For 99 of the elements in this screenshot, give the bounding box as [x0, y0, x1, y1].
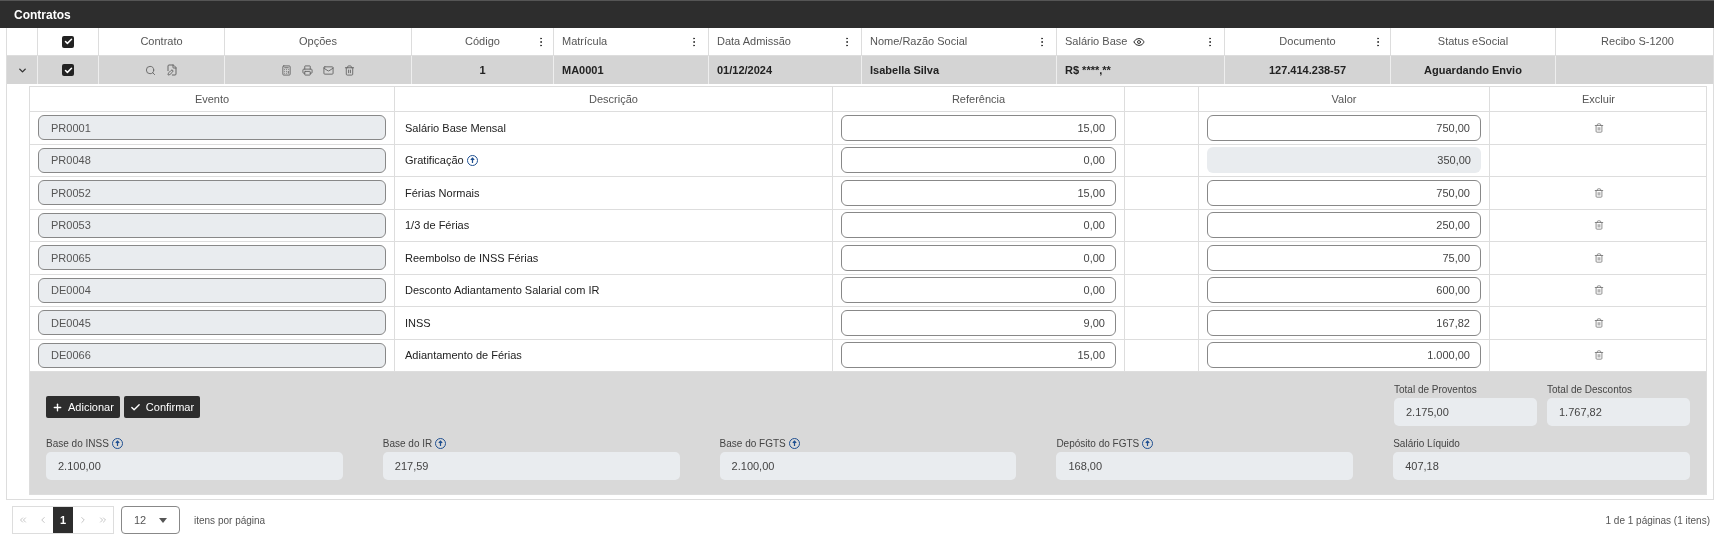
trash-icon[interactable]: [1593, 350, 1604, 361]
column-header[interactable]: Documento: [1279, 33, 1336, 50]
field-label: Depósito do FGTS: [1056, 437, 1140, 451]
table-cell-text: 127.414.238-57: [1268, 62, 1347, 78]
column-header[interactable]: Código: [465, 33, 500, 50]
page-size-select[interactable]: 12: [121, 506, 180, 534]
reference-field[interactable]: 15,00: [841, 342, 1116, 369]
column-header[interactable]: Recibo S-1200: [1601, 33, 1674, 50]
trash-icon[interactable]: [1593, 122, 1604, 133]
table-cell-text: 1: [479, 62, 486, 78]
calculator-icon[interactable]: [281, 64, 292, 76]
document-edit-icon[interactable]: [166, 64, 178, 76]
column-header[interactable]: Contrato: [140, 33, 183, 50]
value-field[interactable]: 250,00: [1207, 212, 1481, 239]
column-header: Excluir: [1582, 91, 1615, 107]
value-field: 2.100,00: [719, 452, 1017, 480]
confirm-button[interactable]: Confirmar: [123, 396, 201, 418]
eye-icon[interactable]: [1133, 35, 1146, 48]
field-label: Base do INSS: [46, 437, 109, 451]
description-text: INSS: [405, 315, 431, 331]
reference-field[interactable]: 0,00: [841, 277, 1116, 304]
page-size-label: itens por página: [194, 513, 266, 528]
chevron-left-icon: [38, 515, 48, 525]
value-field: 350,00: [1207, 147, 1481, 174]
column-header[interactable]: Salário Base: [1065, 33, 1128, 50]
reference-field[interactable]: 0,00: [841, 212, 1116, 239]
contract-row[interactable]: 1 MA0001 01/12/2024 Isabella Silva R$ ****,** 127.414.238-57 Aguardando Envio: [7, 56, 1713, 84]
description-text: Reembolso de INSS Férias: [405, 250, 539, 266]
print-icon[interactable]: [302, 64, 313, 76]
description-text: Férias Normais: [405, 185, 480, 201]
value-field[interactable]: 750,00: [1207, 114, 1481, 141]
table-cell-text: Isabella Silva: [870, 62, 940, 78]
caret-icon: [159, 517, 167, 523]
description-text: 1/3 de Férias: [405, 218, 470, 233]
description-text: Adiantamento de Férias: [405, 348, 522, 363]
column-header[interactable]: Matrícula: [562, 33, 608, 50]
trash-icon[interactable]: [1593, 252, 1604, 263]
trash-icon[interactable]: [1593, 187, 1604, 198]
add-button[interactable]: Adicionar: [46, 396, 120, 418]
total-field: 1.767,82: [1547, 398, 1690, 426]
table-cell-text: R$ ****,**: [1065, 62, 1111, 78]
table-cell-text: Aguardando Envio: [1424, 62, 1522, 78]
trash-icon[interactable]: [1593, 220, 1604, 231]
search-icon[interactable]: [145, 64, 156, 76]
value-field: 2.100,00: [46, 452, 343, 480]
event-code-field: PR0053: [38, 212, 386, 238]
table-cell-text: MA0001: [562, 62, 604, 78]
double-chevron-right-icon: [98, 515, 108, 525]
value-field[interactable]: 75,00: [1207, 244, 1481, 271]
column-header[interactable]: Nome/Razão Social: [870, 33, 968, 50]
event-code-field: PR0065: [38, 245, 386, 271]
value-field: 217,59: [382, 452, 680, 480]
event-code-field: DE0004: [38, 277, 386, 303]
mail-icon[interactable]: [323, 64, 334, 76]
checkbox[interactable]: [62, 64, 74, 76]
column-header[interactable]: Data Admissão: [717, 33, 791, 50]
description-text: Desconto Adiantamento Salarial com IR: [405, 283, 600, 298]
description-text: Gratificação: [405, 153, 464, 168]
event-code-field: PR0052: [38, 180, 386, 206]
page-button[interactable]: 1: [53, 507, 73, 533]
column-header: Evento: [194, 91, 230, 107]
checkbox[interactable]: [62, 35, 74, 48]
reference-field[interactable]: 0,00: [841, 147, 1116, 174]
value-field: 168,00: [1056, 452, 1354, 480]
column-header: Valor: [1331, 91, 1357, 107]
pagination-summary: 1 de 1 páginas (1 itens): [1605, 513, 1710, 528]
event-code-field: DE0066: [38, 342, 386, 368]
chevron-right-icon: [78, 515, 88, 525]
value-field[interactable]: 600,00: [1207, 277, 1481, 304]
field-label: Salário Líquido: [1393, 437, 1460, 451]
check-icon: [129, 401, 141, 413]
value-field[interactable]: 1.000,00: [1207, 342, 1481, 369]
reference-field[interactable]: 15,00: [841, 179, 1116, 206]
table-cell-text: 01/12/2024: [717, 62, 773, 78]
event-code-field: DE0045: [38, 310, 386, 336]
total-field: 2.175,00: [1394, 398, 1537, 426]
column-header: Descrição: [589, 91, 638, 107]
description-text: Salário Base Mensal: [405, 120, 506, 136]
reference-field[interactable]: 0,00: [841, 244, 1116, 271]
reference-field[interactable]: 9,00: [841, 309, 1116, 336]
trash-icon[interactable]: [1593, 317, 1604, 328]
reference-field[interactable]: 15,00: [841, 114, 1116, 141]
trash-icon[interactable]: [1593, 285, 1604, 296]
event-code-field: PR0001: [38, 115, 386, 141]
column-header[interactable]: Status eSocial: [1437, 33, 1509, 50]
field-label: Total de Proventos: [1394, 383, 1478, 397]
field-label: Total de Descontos: [1547, 383, 1634, 397]
value-field: 407,18: [1393, 452, 1690, 480]
field-label: Base do IR: [382, 437, 433, 451]
column-header: Referência: [951, 91, 1006, 107]
column-header[interactable]: Opções: [299, 33, 337, 50]
event-code-field: PR0048: [38, 147, 386, 173]
trash-icon[interactable]: [344, 64, 355, 76]
plus-icon: [52, 401, 63, 413]
panel-title: Contratos: [14, 6, 71, 24]
field-label: Base do FGTS: [719, 437, 786, 451]
value-field[interactable]: 750,00: [1207, 179, 1481, 206]
value-field[interactable]: 167,82: [1207, 309, 1481, 336]
double-chevron-left-icon: [18, 515, 28, 525]
